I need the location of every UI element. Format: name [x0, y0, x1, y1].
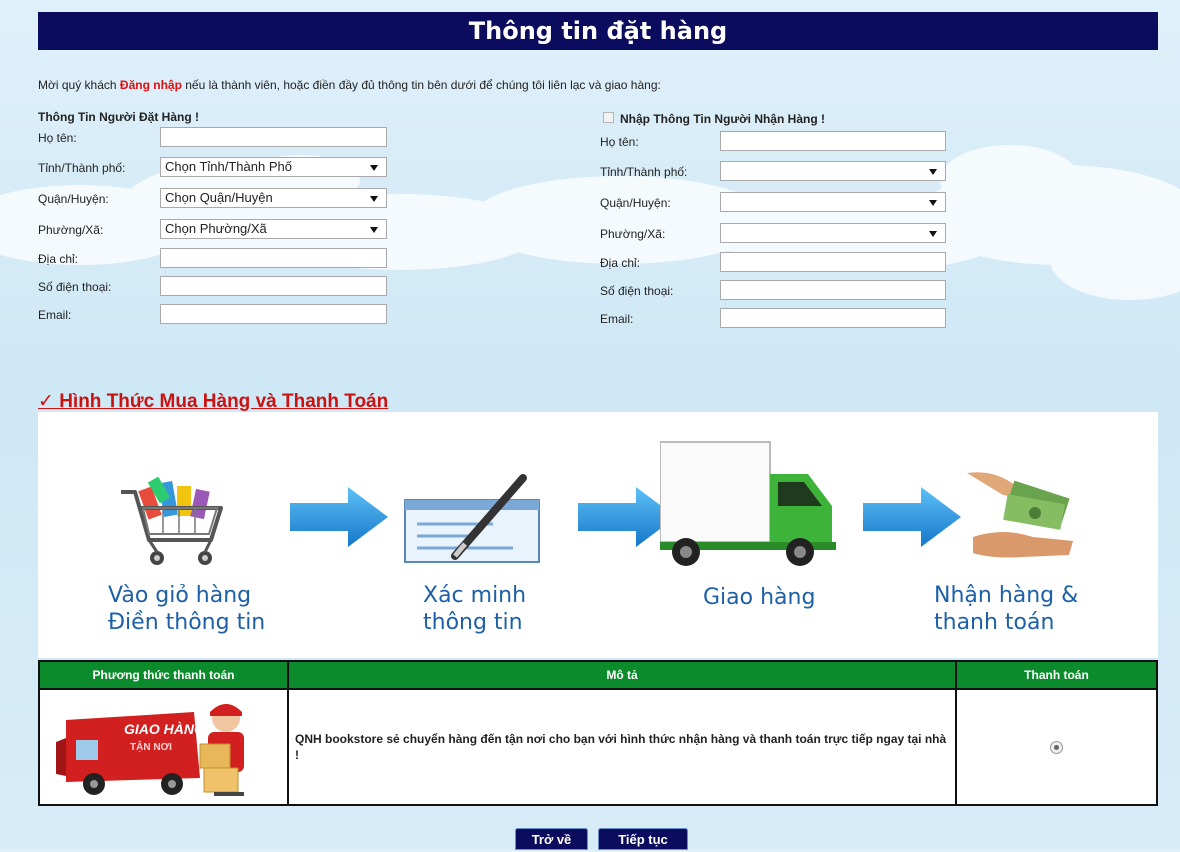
step-2-label: Xác minh thông tin — [423, 583, 527, 635]
receiver-name-row: Họ tên: — [600, 131, 950, 153]
buyer-district-label: Quận/Huyện: — [38, 192, 109, 206]
col-desc-header: Mô tả — [287, 660, 957, 690]
buyer-name-input[interactable] — [160, 127, 387, 147]
col-method-header: Phương thức thanh toán — [38, 660, 289, 690]
receiver-name-label: Họ tên: — [600, 135, 639, 149]
payment-section-title: ✓ Hình Thức Mua Hàng và Thanh Toán — [38, 391, 389, 412]
continue-button[interactable]: Tiếp tục — [598, 828, 688, 850]
back-button[interactable]: Trở về — [515, 828, 588, 850]
truck-label-2: TẬN NƠI — [130, 740, 172, 753]
receiver-city-select[interactable] — [720, 161, 946, 181]
receiver-address-input[interactable] — [720, 252, 946, 272]
buyer-address-row: Địa chỉ: — [38, 248, 388, 270]
receiver-city-row: Tỉnh/Thành phố: — [600, 161, 950, 183]
intro-text: Mời quý khách Đăng nhập nếu là thành viê… — [38, 78, 661, 92]
buyer-phone-input[interactable] — [160, 276, 387, 296]
receiver-address-label: Địa chỉ: — [600, 256, 641, 270]
step-4-label: Nhận hàng & thanh toán — [934, 583, 1079, 635]
method-cell: GIAO HÀNG TẬN NƠI — [38, 688, 289, 806]
col-pay-header: Thanh toán — [955, 660, 1158, 690]
pay-select-cell — [955, 688, 1158, 806]
buyer-email-row: Email: — [38, 304, 388, 326]
receiver-district-row: Quận/Huyện: — [600, 192, 950, 214]
receiver-district-label: Quận/Huyện: — [600, 196, 671, 210]
check-document-icon — [404, 474, 540, 563]
receiver-heading: Nhập Thông Tin Người Nhận Hàng ! — [620, 112, 825, 126]
receiver-phone-row: Số điện thoại: — [600, 280, 950, 302]
buyer-name-row: Họ tên: — [38, 127, 388, 149]
shopping-cart-icon — [121, 476, 223, 565]
buyer-heading: Thông Tin Người Đặt Hàng ! — [38, 110, 199, 124]
buyer-ward-select[interactable]: Chọn Phường/Xã — [160, 219, 387, 239]
receiver-ward-row: Phường/Xã: — [600, 223, 950, 245]
receiver-phone-input[interactable] — [720, 280, 946, 300]
buyer-district-row: Quận/Huyện: Chọn Quận/Huyện — [38, 188, 388, 210]
payment-description: QNH bookstore sẻ chuyển hàng đến tận nơi… — [287, 688, 957, 806]
buyer-city-row: Tỉnh/Thành phố: Chọn Tỉnh/Thành Phố — [38, 157, 388, 179]
delivery-truck-icon — [660, 441, 836, 566]
arrow-right-icon — [290, 487, 388, 547]
cod-payment-radio[interactable] — [1050, 740, 1063, 754]
page-title: Thông tin đặt hàng — [38, 12, 1158, 50]
buyer-ward-row: Phường/Xã: Chọn Phường/Xã — [38, 219, 388, 241]
home-delivery-truck-icon: GIAO HÀNG TẬN NƠI — [55, 703, 244, 796]
buyer-district-select[interactable]: Chọn Quận/Huyện — [160, 188, 387, 208]
buyer-address-input[interactable] — [160, 248, 387, 268]
receiver-city-label: Tỉnh/Thành phố: — [600, 165, 688, 179]
receiver-ward-label: Phường/Xã: — [600, 227, 666, 241]
login-link[interactable]: Đăng nhập — [120, 78, 182, 92]
buyer-address-label: Địa chỉ: — [38, 252, 79, 266]
buyer-phone-row: Số điện thoại: — [38, 276, 388, 298]
step-3-label: Giao hàng — [703, 585, 816, 610]
receiver-phone-label: Số điện thoại: — [600, 284, 674, 298]
buyer-ward-label: Phường/Xã: — [38, 223, 104, 237]
receiver-email-label: Email: — [600, 312, 634, 326]
buyer-city-label: Tỉnh/Thành phố: — [38, 161, 126, 175]
purchase-process-banner: Vào giỏ hàng Điền thông tin Xác minh thông… — [38, 412, 1158, 658]
money-payment-icon — [967, 472, 1073, 558]
arrow-right-icon — [863, 487, 961, 547]
receiver-checkbox[interactable] — [603, 112, 614, 123]
payment-method-table: Phương thức thanh toán Mô tả Thanh toán … — [38, 660, 1158, 806]
receiver-address-row: Địa chỉ: — [600, 252, 950, 274]
buyer-email-label: Email: — [38, 308, 72, 322]
receiver-ward-select[interactable] — [720, 223, 946, 243]
buyer-email-input[interactable] — [160, 304, 387, 324]
receiver-district-select[interactable] — [720, 192, 946, 212]
receiver-name-input[interactable] — [720, 131, 946, 151]
truck-label-1: GIAO HÀNG — [124, 721, 205, 737]
table-row: GIAO HÀNG TẬN NƠI QNH bookstore sẻ chuyể… — [38, 688, 1158, 806]
buyer-city-select[interactable]: Chọn Tỉnh/Thành Phố — [160, 157, 387, 177]
buyer-phone-label: Số điện thoại: — [38, 280, 112, 294]
buyer-name-label: Họ tên: — [38, 131, 77, 145]
step-1-label: Vào giỏ hàng Điền thông tin — [108, 583, 266, 635]
receiver-email-input[interactable] — [720, 308, 946, 328]
receiver-email-row: Email: — [600, 308, 950, 330]
